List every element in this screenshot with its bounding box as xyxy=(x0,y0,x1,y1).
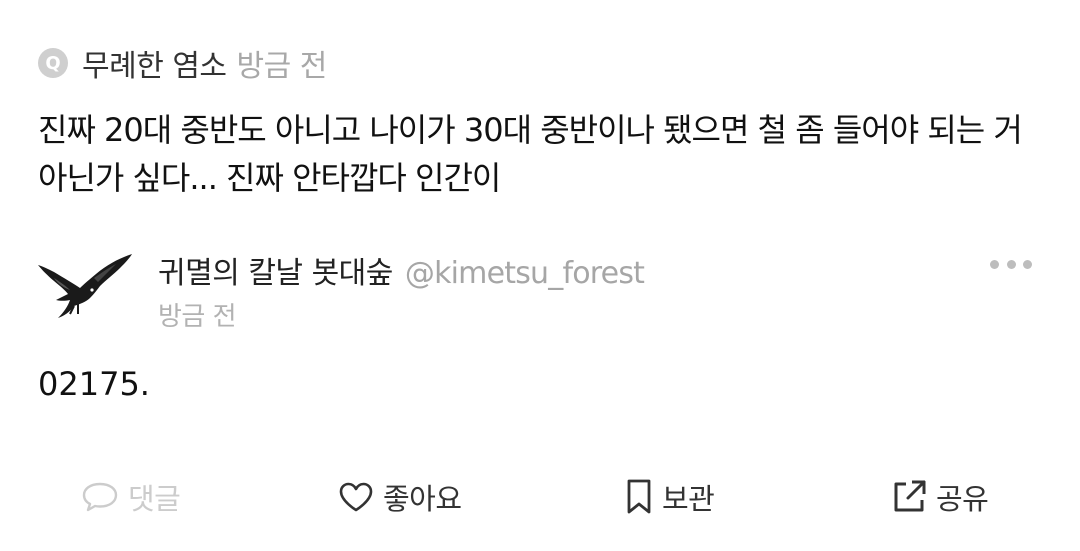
action-bar: 댓글 좋아요 보관 공유 xyxy=(0,472,1080,522)
question-text: 진짜 20대 중반도 아니고 나이가 30대 중반이나 됐으면 철 좀 들어야 … xyxy=(38,111,1023,197)
question-badge-icon: Q xyxy=(38,48,68,78)
dot xyxy=(1023,259,1032,269)
share-label: 공유 xyxy=(936,482,989,516)
heart-icon xyxy=(339,482,373,512)
bookmark-icon xyxy=(627,479,651,514)
like-button[interactable]: 좋아요 xyxy=(337,472,462,522)
save-label: 보관 xyxy=(662,482,715,516)
question-author[interactable]: 무례한 염소 xyxy=(82,41,227,85)
avatar[interactable] xyxy=(34,248,134,326)
reply-text: 02175. xyxy=(38,365,150,403)
reply-header: 귀멸의 칼날 봇대숲 @kimetsu_forest xyxy=(158,248,645,292)
question-header: Q 무례한 염소 방금 전 xyxy=(38,42,327,84)
comment-button[interactable]: 댓글 xyxy=(80,472,181,522)
save-button[interactable]: 보관 xyxy=(624,472,715,522)
dot xyxy=(1006,259,1016,269)
share-icon xyxy=(894,480,926,512)
share-button[interactable]: 공유 xyxy=(890,472,989,522)
reply-author-name[interactable]: 귀멸의 칼날 봇대숲 xyxy=(158,248,393,292)
like-label: 좋아요 xyxy=(383,482,462,516)
comment-icon xyxy=(82,482,118,512)
question-timestamp: 방금 전 xyxy=(236,49,328,84)
reply-timestamp: 방금 전 xyxy=(158,302,237,332)
more-dots-icon[interactable] xyxy=(990,256,1032,272)
crow-icon xyxy=(38,254,132,318)
reply-author-handle[interactable]: @kimetsu_forest xyxy=(405,256,645,291)
dot xyxy=(990,259,999,269)
comment-label: 댓글 xyxy=(128,482,181,516)
